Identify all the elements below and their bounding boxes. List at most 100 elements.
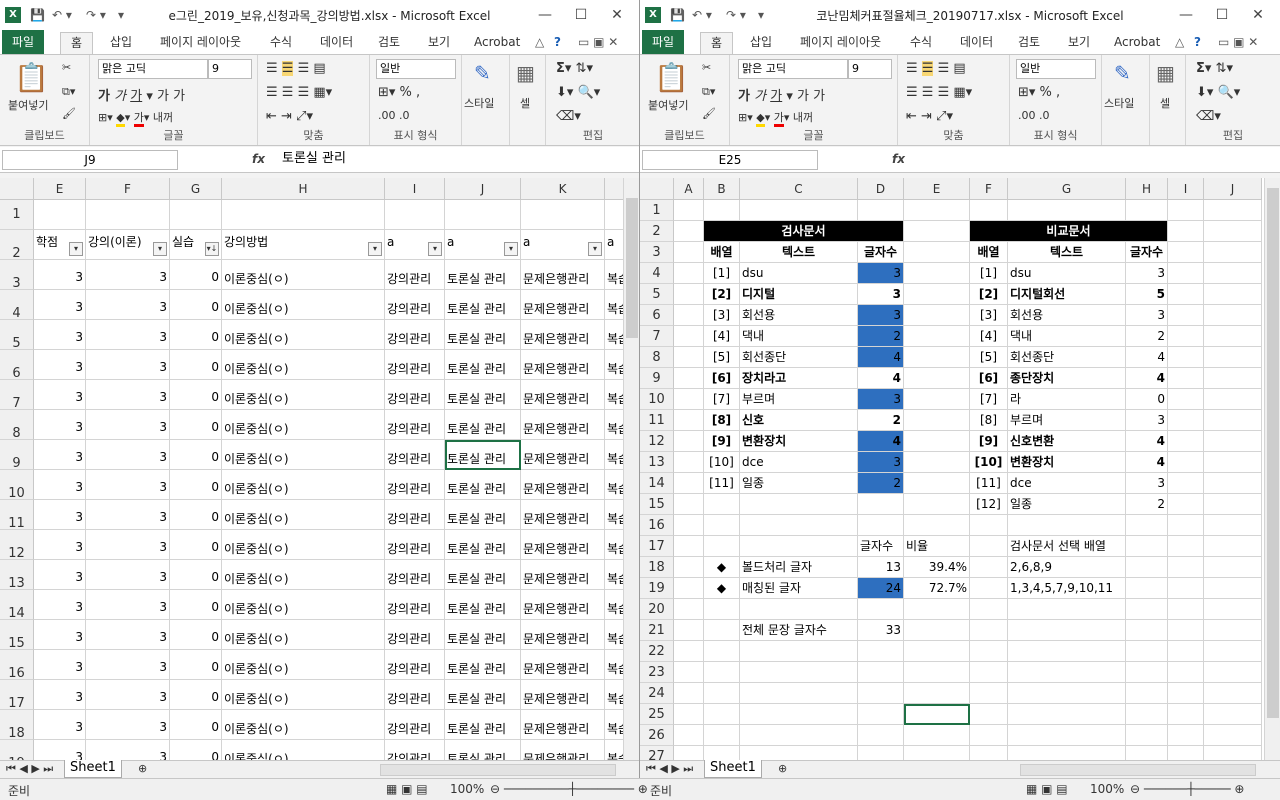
count-cell[interactable]: 3: [1126, 263, 1168, 284]
grid-cell[interactable]: [1204, 494, 1262, 515]
table-cell[interactable]: 복습: [605, 650, 624, 680]
window-controls-icon[interactable]: ▭ ▣ ✕: [578, 32, 618, 54]
table-header-cell[interactable]: 배열: [970, 242, 1008, 263]
row-header[interactable]: 20: [640, 599, 674, 620]
grid-cell[interactable]: [1204, 599, 1262, 620]
table-cell[interactable]: 이론중심(ㅇ): [222, 350, 385, 380]
table-cell[interactable]: [605, 200, 624, 230]
table-cell[interactable]: 3: [86, 320, 170, 350]
table-cell[interactable]: 복습: [605, 470, 624, 500]
table-cell[interactable]: 복습: [605, 740, 624, 760]
text-cell[interactable]: 일종: [1008, 494, 1126, 515]
table-cell[interactable]: 강의관리: [385, 620, 445, 650]
count-cell[interactable]: 4: [1126, 347, 1168, 368]
grid-cell[interactable]: [1008, 683, 1126, 704]
grid-cell[interactable]: [740, 536, 858, 557]
zoom-slider[interactable]: ⊖ ─────────┼──────── ⊕: [490, 782, 648, 796]
maximize-icon[interactable]: ☐: [1208, 5, 1236, 25]
table-cell[interactable]: 복습: [605, 710, 624, 740]
grid-cell[interactable]: [858, 599, 904, 620]
indent-icon[interactable]: ⇤ ⇥ ⤢▾: [266, 109, 313, 124]
grid-cell[interactable]: [1126, 620, 1168, 641]
table-cell[interactable]: 3: [86, 650, 170, 680]
row-header[interactable]: 10: [0, 470, 34, 501]
grid-cell[interactable]: [858, 662, 904, 683]
grid-cell[interactable]: [904, 326, 970, 347]
array-index-cell[interactable]: [4]: [704, 326, 740, 347]
table-cell[interactable]: 강의관리: [385, 440, 445, 470]
table-cell[interactable]: 이론중심(ㅇ): [222, 380, 385, 410]
array-index-cell[interactable]: [9]: [970, 431, 1008, 452]
column-header[interactable]: F: [970, 178, 1008, 200]
grid-cell[interactable]: [858, 515, 904, 536]
grid-cell[interactable]: [1204, 389, 1262, 410]
grid-cell[interactable]: [1126, 515, 1168, 536]
grid-cell[interactable]: [674, 284, 704, 305]
table-cell[interactable]: 강의관리: [385, 530, 445, 560]
text-cell[interactable]: 변환장치: [1008, 452, 1126, 473]
grid-cell[interactable]: [674, 746, 704, 760]
grid-cell[interactable]: [1204, 305, 1262, 326]
border-fill-icon[interactable]: ⊞▾ ◆▾ 가▾ 내꺼: [98, 109, 173, 127]
column-header[interactable]: D: [858, 178, 904, 200]
new-sheet-icon[interactable]: ⊕: [778, 762, 787, 775]
undo-icon[interactable]: ↶ ▾: [692, 8, 712, 22]
grid-cell[interactable]: [1168, 641, 1204, 662]
table-cell[interactable]: 3: [34, 620, 86, 650]
compare-doc-title[interactable]: 비교문서: [970, 221, 1168, 242]
grid-cell[interactable]: [1008, 725, 1126, 746]
table-cell[interactable]: 이론중심(ㅇ): [222, 260, 385, 290]
grid-cell[interactable]: [674, 662, 704, 683]
align-left-icon[interactable]: ☰ ☰ ☰ ▦▾: [906, 85, 972, 100]
count-cell[interactable]: 0: [1126, 389, 1168, 410]
row-header[interactable]: 16: [0, 650, 34, 681]
grid-cell[interactable]: [970, 704, 1008, 725]
table-cell[interactable]: 3: [86, 710, 170, 740]
row-header[interactable]: 2: [0, 230, 34, 261]
fill-icon[interactable]: ⬇▾ 🔍▾: [1196, 85, 1240, 100]
tab-home[interactable]: 홈: [700, 32, 734, 54]
grid-cell[interactable]: [904, 221, 970, 242]
grid-cell[interactable]: [904, 347, 970, 368]
tab-view[interactable]: 보기: [428, 32, 450, 54]
grid-cell[interactable]: [858, 200, 904, 221]
grid-cell[interactable]: [1204, 431, 1262, 452]
grid-cell[interactable]: [1204, 641, 1262, 662]
array-index-cell[interactable]: [6]: [970, 368, 1008, 389]
row-header[interactable]: 8: [0, 410, 34, 441]
text-cell[interactable]: 디지털회선: [1008, 284, 1126, 305]
grid-cell[interactable]: [1126, 641, 1168, 662]
currency-icon[interactable]: ⊞▾ % ,: [1018, 85, 1060, 100]
grid-cell[interactable]: [704, 641, 740, 662]
summary-value[interactable]: 2,6,8,9: [1008, 557, 1204, 578]
table-cell[interactable]: 0: [170, 380, 222, 410]
formula-input[interactable]: 토론실 관리: [276, 150, 619, 170]
count-cell[interactable]: 3: [1126, 410, 1168, 431]
grid-cell[interactable]: [1008, 599, 1126, 620]
array-index-cell[interactable]: [10]: [970, 452, 1008, 473]
table-cell[interactable]: 0: [170, 740, 222, 760]
align-left-icon[interactable]: ☰ ☰ ☰ ▦▾: [266, 85, 332, 100]
summary-header[interactable]: 글자수: [858, 536, 904, 557]
column-header[interactable]: E: [34, 178, 86, 200]
grid-cell[interactable]: [1204, 746, 1262, 760]
text-cell[interactable]: 디지털: [740, 284, 858, 305]
table-cell[interactable]: 0: [170, 560, 222, 590]
table-cell[interactable]: 이론중심(ㅇ): [222, 440, 385, 470]
grid-cell[interactable]: [740, 515, 858, 536]
table-cell[interactable]: 3: [34, 380, 86, 410]
decimal-icon[interactable]: .00 .0: [1018, 109, 1050, 122]
grid-cell[interactable]: [1204, 557, 1262, 578]
table-cell[interactable]: 토론실 관리: [445, 440, 521, 470]
table-cell[interactable]: [222, 200, 385, 230]
row-header[interactable]: 13: [0, 560, 34, 591]
table-cell[interactable]: 이론중심(ㅇ): [222, 680, 385, 710]
row-header[interactable]: 12: [640, 431, 674, 452]
grid-cell[interactable]: [1204, 368, 1262, 389]
window-controls-icon[interactable]: ▭ ▣ ✕: [1218, 32, 1258, 54]
table-cell[interactable]: 문제은행관리: [521, 320, 605, 350]
grid-cell[interactable]: [904, 473, 970, 494]
format-painter-icon[interactable]: 🖌: [62, 107, 76, 120]
grid-cell[interactable]: [904, 746, 970, 760]
name-box[interactable]: E25: [642, 150, 818, 170]
